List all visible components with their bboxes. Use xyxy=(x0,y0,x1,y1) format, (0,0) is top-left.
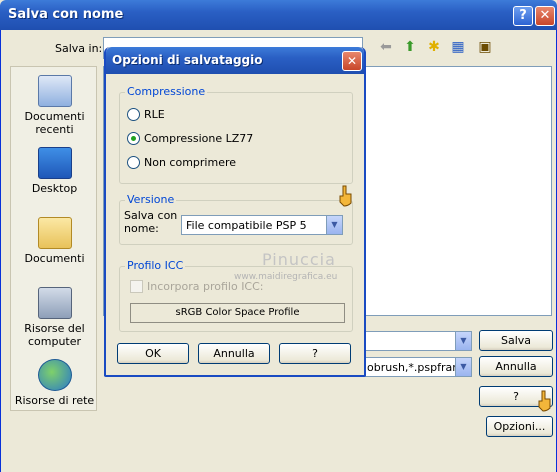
dialog-cancel-button[interactable]: Annulla xyxy=(198,343,270,364)
tools-icon[interactable]: ▣ xyxy=(476,38,494,56)
radio-rle-label[interactable]: RLE xyxy=(144,108,165,121)
srgb-profile-button[interactable]: sRGB Color Space Profile xyxy=(130,303,345,323)
save-in-label: Salva in: xyxy=(55,42,103,55)
close-title-button[interactable]: ✕ xyxy=(535,6,555,26)
radio-lz77[interactable] xyxy=(127,132,140,145)
place-documents[interactable]: Documenti xyxy=(11,217,98,265)
save-button[interactable]: Salva xyxy=(479,330,553,351)
pointing-hand-icon xyxy=(339,185,352,207)
pointing-hand-icon xyxy=(538,390,551,412)
ok-button[interactable]: OK xyxy=(117,343,189,364)
places-bar: Documenti recenti Desktop Documenti Riso… xyxy=(10,66,97,411)
compression-group-label: Compressione xyxy=(125,85,208,98)
version-combo[interactable]: File compatibile PSP 5 ▼ xyxy=(181,215,343,235)
cancel-button[interactable]: Annulla xyxy=(479,356,553,377)
filetype-combo[interactable]: obrush,*.pspframe, ▼ xyxy=(363,357,472,377)
options-button[interactable]: Opzioni... xyxy=(486,416,553,437)
embed-icc-checkbox[interactable] xyxy=(130,280,143,293)
documents-folder-icon xyxy=(37,217,72,249)
version-group-label: Versione xyxy=(125,193,177,206)
recent-documents-icon xyxy=(37,75,72,107)
version-value: File compatibile PSP 5 xyxy=(186,219,307,232)
place-label: Risorse di rete xyxy=(14,394,95,407)
radio-lz77-label[interactable]: Compressione LZ77 xyxy=(144,132,253,145)
icc-group-label: Profilo ICC xyxy=(125,259,186,272)
dialog-help-button[interactable]: ? xyxy=(279,343,351,364)
dialog-title: Opzioni di salvataggio xyxy=(112,53,263,67)
watermark-name: Pinuccia xyxy=(262,250,336,269)
save-as-title: Salva con nome xyxy=(8,7,124,22)
view-menu-icon[interactable]: ▦ xyxy=(449,38,467,56)
new-folder-icon[interactable]: ✱ xyxy=(425,38,443,56)
place-network[interactable]: Risorse di rete xyxy=(11,359,98,407)
chevron-down-icon[interactable]: ▼ xyxy=(326,216,342,234)
place-my-computer[interactable]: Risorse del computer xyxy=(11,287,98,348)
filename-combo[interactable]: ▼ xyxy=(363,331,472,351)
place-recent-documents[interactable]: Documenti recenti xyxy=(11,75,98,136)
place-desktop[interactable]: Desktop xyxy=(11,147,98,195)
place-label: Documenti recenti xyxy=(24,110,85,136)
place-label: Risorse del computer xyxy=(24,322,85,348)
radio-no-compression-label[interactable]: Non comprimere xyxy=(144,156,236,169)
chevron-down-icon[interactable]: ▼ xyxy=(455,332,471,350)
chevron-down-icon[interactable]: ▼ xyxy=(455,358,471,376)
desktop-icon xyxy=(37,147,72,179)
save-as-field-label: Salva con nome: xyxy=(124,209,178,235)
back-arrow-icon[interactable]: ⬅ xyxy=(377,38,395,56)
save-options-dialog: Opzioni di salvataggio ✕ Compressione RL… xyxy=(104,47,366,377)
dialog-close-button[interactable]: ✕ xyxy=(342,51,362,71)
network-places-icon xyxy=(37,359,72,391)
place-label: Documenti xyxy=(24,252,85,265)
watermark-site: www.maidiregrafica.eu xyxy=(234,272,338,282)
my-computer-icon xyxy=(37,287,72,319)
radio-no-compression[interactable] xyxy=(127,156,140,169)
up-folder-icon[interactable]: ⬆ xyxy=(401,38,419,56)
radio-rle[interactable] xyxy=(127,108,140,121)
help-title-button[interactable]: ? xyxy=(513,6,533,26)
place-label: Desktop xyxy=(31,182,78,195)
